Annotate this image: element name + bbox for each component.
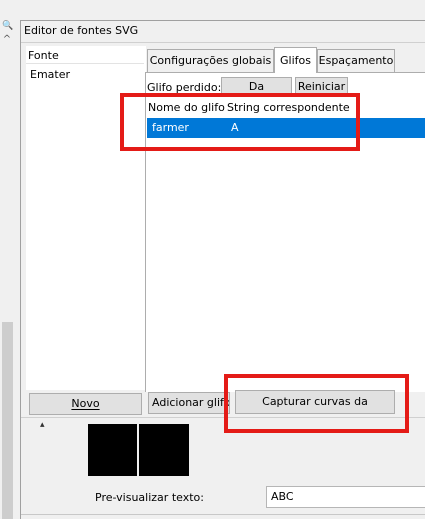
preview-marker-icon: ▴ bbox=[40, 420, 45, 430]
font-list-header[interactable]: Fonte bbox=[26, 47, 144, 64]
tab-spacing[interactable]: Espaçamento bbox=[317, 49, 395, 72]
new-font-button[interactable]: Novo bbox=[29, 393, 142, 415]
chevron-up-icon[interactable]: ^ bbox=[2, 34, 12, 46]
preview-text-label: Pre-visualizar texto: bbox=[95, 491, 204, 504]
panel-title: Editor de fontes SVG bbox=[24, 24, 139, 37]
tab-global-settings[interactable]: Configurações globais bbox=[147, 49, 274, 72]
tab-glyphs[interactable]: Glifos bbox=[274, 47, 317, 73]
title-divider bbox=[21, 42, 425, 43]
preview-text-input[interactable]: ABC bbox=[266, 486, 425, 508]
bottom-divider bbox=[21, 514, 425, 515]
glyph-preview-square bbox=[139, 424, 189, 476]
font-list-item[interactable]: Emater bbox=[30, 67, 70, 83]
annotation-highlight-table bbox=[120, 93, 360, 151]
annotation-highlight-capture bbox=[224, 374, 409, 433]
zoom-icon[interactable]: 🔍 bbox=[2, 20, 13, 32]
add-glyph-button[interactable]: Adicionar glifo bbox=[148, 392, 230, 414]
new-font-label: Novo bbox=[71, 397, 100, 410]
vertical-scrollbar[interactable] bbox=[2, 322, 13, 519]
glyph-preview-square bbox=[88, 424, 137, 476]
